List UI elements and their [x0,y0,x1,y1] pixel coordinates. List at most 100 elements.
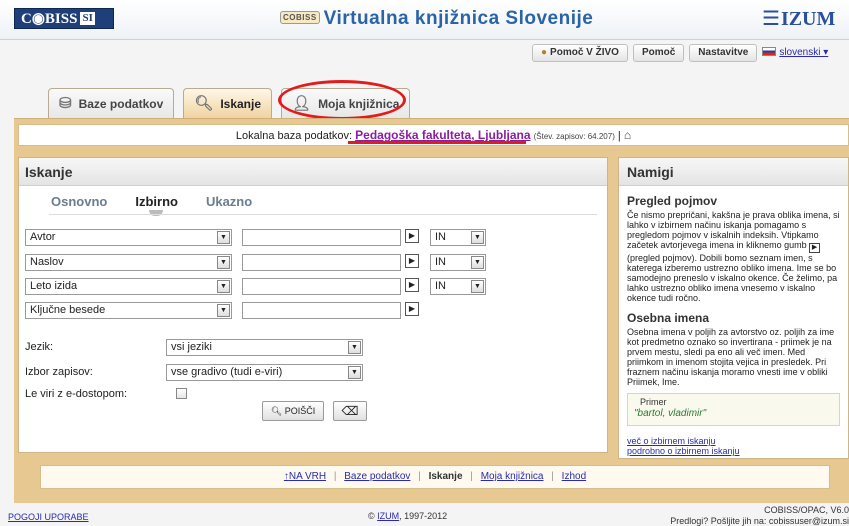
back-to-top-link[interactable]: ↑NA VRH [284,471,326,482]
search-input-2[interactable] [242,254,401,271]
language-select[interactable]: vsi jeziki ▼ [166,339,363,356]
hints-panel: Namigi Pregled pojmov Če nismo prepričan… [618,157,849,459]
magnifier-icon: 🔍︎ [194,94,214,112]
site-title[interactable]: COBISS Virtualna knjižnica Slovenije [280,8,593,30]
footer-terms: POGOJI UPORABE [8,512,89,522]
language-select-value: vsi jeziki [171,341,212,353]
top-banner: C◉BISS SI COBISS Virtualna knjižnica Slove… [0,0,849,40]
subtab-basic[interactable]: Osnovno [51,194,107,209]
search-panel: Iskanje Osnovno Izbirno Ukazno Avtor ▼ ▶ … [18,157,608,453]
logo-suffix: SI [80,12,95,25]
live-help-button[interactable]: ● Pomoč V ŽIVO [532,44,628,62]
version-text: COBISS/OPAC, V6.0 [764,505,849,515]
chevron-down-icon: ▼ [217,256,230,269]
chevron-down-icon: ▼ [217,304,230,317]
feedback-text: Predlogi? Pošljite jih na: cobissuser@iz… [670,516,849,526]
top-buttons: ● Pomoč V ŽIVO Pomoč Nastavitve slovenski… [532,44,828,62]
chevron-down-icon: ▼ [217,280,230,293]
tab-databases[interactable]: ⛁ Baze podatkov [48,88,175,118]
index-browse-button-4[interactable]: ▶ [405,302,419,316]
hint-paragraph-1: Če nismo prepričani, kakšna je prava obl… [627,210,840,303]
hint-paragraph-1a: Če nismo prepričani, kakšna je prava obl… [627,210,840,250]
database-name-link[interactable]: Pedagoška fakulteta, Ljubljana [355,128,530,142]
bottom-nav: ↑NA VRH | Baze podatkov | Iskanje | Moja… [40,465,830,489]
eraser-icon: ⌫ [341,404,359,418]
operator-select-3-value: IN [435,280,446,292]
chevron-down-icon: ▼ [217,231,230,244]
izum-bars-icon: ☰ [762,8,780,30]
settings-label: Nastavitve [698,47,749,58]
clear-button[interactable]: ⌫ [333,401,367,421]
search-input-4[interactable] [242,302,401,319]
search-button-label: POIŠČI [284,406,316,416]
db-prefix: Lokalna baza podatkov: [235,130,353,142]
tab-search[interactable]: 🔍︎ Iskanje [183,88,273,118]
red-highlight-ring [278,80,406,120]
terms-of-use-link[interactable]: POGOJI UPORABE [8,512,89,522]
search-input-3[interactable] [242,278,401,295]
tab-databases-label: Baze podatkov [78,96,164,111]
cobiss-logo[interactable]: C◉BISS SI [14,8,114,29]
field-select-4[interactable]: Ključne besede ▼ [25,302,232,319]
nav-separator: | [551,471,554,482]
field-select-1-value: Avtor [30,231,56,243]
database-icon: ⛁ [59,94,72,112]
field-select-3-value: Leto izida [30,280,78,292]
field-select-3[interactable]: Leto izida ▼ [25,278,232,295]
nav-exit-link[interactable]: Izhod [562,471,586,482]
hint-paragraph-2: Osebna imena v poljih za avtorstvo oz. p… [627,327,835,387]
language-label: slovenski [779,47,821,58]
records-select[interactable]: vse gradivo (tudi e-viri) ▼ [166,364,363,381]
chevron-down-icon: ▼ [471,231,484,244]
index-browse-button-1[interactable]: ▶ [405,229,419,243]
eresources-checkbox[interactable] [176,388,187,399]
search-panel-title: Iskanje [19,158,607,186]
field-select-2[interactable]: Naslov ▼ [25,254,232,271]
index-browse-button-3[interactable]: ▶ [405,278,419,292]
live-help-label: Pomoč V ŽIVO [550,47,619,58]
field-select-2-value: Naslov [30,256,64,268]
nav-databases-link[interactable]: Baze podatkov [344,471,410,482]
home-icon[interactable]: ⌂ [624,128,631,142]
nav-separator: | [470,471,473,482]
nav-search-current: Iskanje [428,471,463,482]
records-label: Izbor zapisov: [25,366,93,378]
operator-select-1[interactable]: IN ▼ [430,229,486,246]
copyright-suffix: , 1997-2012 [399,511,448,521]
slovenian-flag-icon [762,47,777,56]
search-button[interactable]: 🔍︎ POIŠČI [262,401,324,421]
index-browse-button-2[interactable]: ▶ [405,254,419,268]
izum-link[interactable]: IZUM [377,511,399,521]
more-advanced-search-link[interactable]: več o izbirnem iskanju [627,436,716,446]
site-title-text: Virtualna knjižnica Slovenije [323,8,594,29]
chevron-down-icon: ▼ [471,256,484,269]
cobiss-badge-icon: COBISS [280,11,320,24]
nav-separator: | [333,471,337,482]
index-browse-icon: ▶ [809,243,821,253]
operator-select-2-value: IN [435,256,446,268]
field-select-4-value: Ključne besede [30,304,106,316]
language-selector[interactable]: slovenski ▾ [762,44,828,62]
search-input-1[interactable] [242,229,401,246]
subtab-advanced[interactable]: Izbirno [135,194,178,216]
subtab-command[interactable]: Ukazno [206,194,252,209]
settings-button[interactable]: Nastavitve [689,44,758,62]
db-separator: | [617,130,621,142]
chevron-down-icon: ▼ [348,341,361,354]
records-select-value: vse gradivo (tudi e-viri) [171,366,283,378]
field-select-1[interactable]: Avtor ▼ [25,229,232,246]
help-label: Pomoč [641,47,676,58]
footer-info: COBISS/OPAC, V6.0 Predlogi? Pošljite jih… [652,505,849,526]
language-label: Jezik: [25,341,54,353]
detailed-advanced-search-link[interactable]: podrobno o izbirnem iskanju [627,446,740,456]
hint-paragraph-1b: (pregled pojmov). Dobili bomo seznam ime… [627,253,838,303]
help-button[interactable]: Pomoč [632,44,685,62]
operator-select-3[interactable]: IN ▼ [430,278,486,295]
nav-separator: | [418,471,421,482]
record-count: (Štev. zapisov: 64.207) [533,132,615,141]
example-label: Primer [640,397,667,407]
operator-select-2[interactable]: IN ▼ [430,254,486,271]
tab-search-label: Iskanje [220,96,262,111]
izum-logo[interactable]: ☰IZUM [762,6,835,31]
nav-my-library-link[interactable]: Moja knjižnica [481,471,544,482]
